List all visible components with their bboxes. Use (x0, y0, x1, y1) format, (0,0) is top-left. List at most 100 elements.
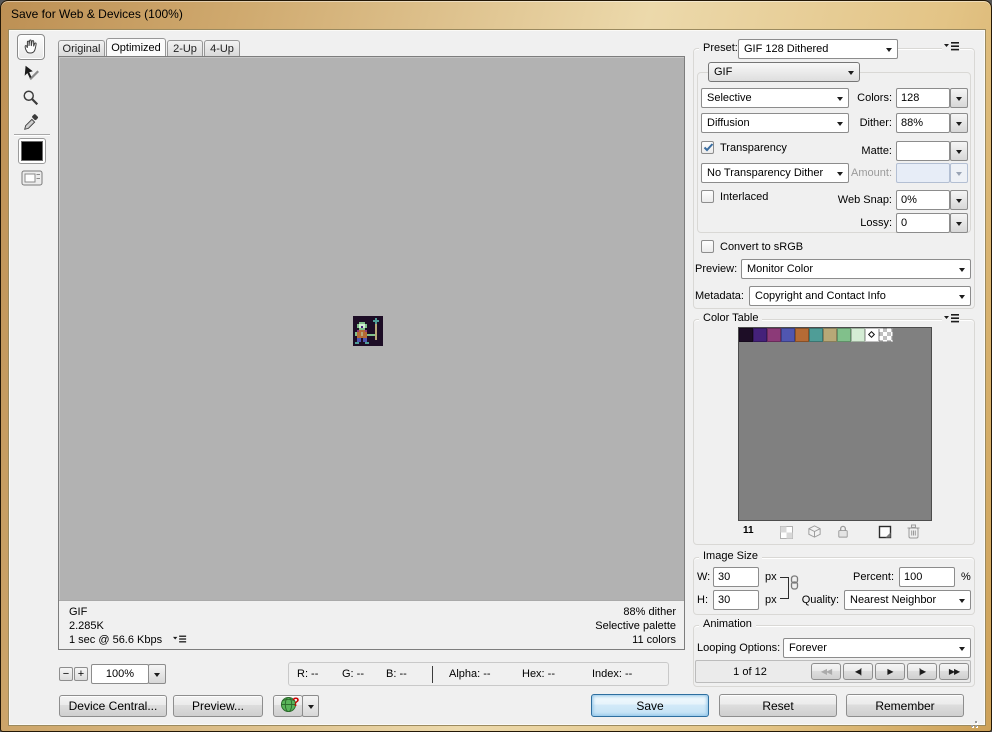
chevron-down-icon (959, 295, 965, 299)
preview-mode-select[interactable]: Monitor Color (741, 259, 971, 279)
preset-value: GIF 128 Dithered (744, 43, 829, 55)
quality-select[interactable]: Nearest Neighbor (844, 590, 971, 610)
diamond-marker-icon (867, 330, 876, 339)
image-canvas[interactable] (59, 57, 684, 600)
tab-optimized[interactable]: Optimized (106, 38, 166, 56)
save-button[interactable]: Save (591, 694, 709, 717)
first-frame-button[interactable]: ◀◀ (811, 663, 841, 680)
looping-options-select[interactable]: Forever (783, 638, 971, 658)
convert-srgb-checkbox[interactable] (701, 240, 714, 253)
colors-label: Colors: (857, 92, 892, 104)
zoom-out-button[interactable]: − (59, 667, 73, 681)
resize-grip-dot (971, 725, 973, 727)
interlaced-checkbox[interactable] (701, 190, 714, 203)
remember-button[interactable]: Remember (846, 694, 964, 717)
colors-readout: 11 colors (632, 634, 676, 646)
web-snap-field[interactable]: 0% (896, 190, 950, 210)
readout-divider (432, 666, 433, 683)
lossy-label: Lossy: (860, 217, 892, 229)
lossy-field[interactable]: 0 (896, 213, 950, 233)
tab-original[interactable]: Original (58, 40, 105, 56)
zoom-level-dropdown-button[interactable] (148, 664, 166, 684)
slice-select-tool-button[interactable] (17, 61, 45, 87)
device-central-button[interactable]: Device Central... (59, 695, 167, 717)
zoom-level-field[interactable]: 100% (91, 664, 149, 684)
color-table-menu-icon[interactable] (942, 313, 960, 325)
eyedropper-icon (22, 113, 40, 135)
color-swatch[interactable] (837, 328, 851, 342)
format-value: GIF (714, 66, 733, 78)
width-field[interactable]: 30 (713, 567, 759, 587)
dither-field[interactable]: 88% (896, 113, 950, 133)
color-swatch[interactable] (809, 328, 823, 342)
amount-label: Amount: (851, 167, 892, 179)
status-menu-icon[interactable] (173, 634, 187, 648)
colors-dropdown-button[interactable] (950, 88, 968, 108)
color-swatch[interactable] (823, 328, 837, 342)
browser-globe-icon: ? (280, 695, 300, 716)
index-readout: Index: -- (592, 668, 633, 680)
browser-preview-icon-button[interactable]: ? (273, 695, 303, 717)
interlaced-label: Interlaced (720, 191, 769, 203)
chevron-down-icon (848, 71, 854, 75)
looping-options-label: Looping Options: (697, 642, 781, 654)
hand-tool-button[interactable] (17, 34, 45, 60)
resize-grip[interactable] (975, 721, 977, 723)
last-frame-button[interactable]: ▶▶ (939, 663, 969, 680)
color-swatch[interactable] (739, 328, 753, 342)
web-snap-dropdown-button[interactable] (950, 190, 968, 210)
browser-preview-dropdown-button[interactable] (302, 695, 319, 717)
new-color-icon[interactable] (876, 523, 894, 541)
save-label: Save (636, 698, 664, 713)
format-select[interactable]: GIF (708, 62, 860, 82)
transparency-checkbox[interactable] (701, 141, 714, 154)
tab-2up-label: 2-Up (173, 42, 197, 55)
tab-4up[interactable]: 4-Up (204, 40, 240, 56)
color-reduction-value: Selective (707, 92, 752, 104)
metadata-select[interactable]: Copyright and Contact Info (749, 286, 971, 306)
percent-field[interactable]: 100 (899, 567, 955, 587)
colors-field[interactable]: 128 (896, 88, 950, 108)
plus-glyph: + (77, 667, 85, 680)
green-readout: G: -- (342, 668, 364, 680)
color-swatch[interactable] (795, 328, 809, 342)
matte-dropdown-button[interactable] (950, 141, 968, 161)
foreground-color-swatch[interactable] (18, 138, 46, 164)
preview-frame: GIF 2.285K 1 sec @ 56.6 Kbps 88% dither … (58, 56, 685, 650)
toggle-slices-button[interactable] (18, 168, 46, 190)
matte-field[interactable] (896, 141, 950, 161)
color-swatch[interactable] (865, 328, 879, 342)
preset-select[interactable]: GIF 128 Dithered (738, 39, 898, 59)
transparency-map-icon[interactable] (777, 523, 795, 541)
color-swatch[interactable] (851, 328, 865, 342)
color-swatch[interactable] (767, 328, 781, 342)
zoom-tool-button[interactable] (17, 86, 45, 112)
lock-color-icon[interactable] (834, 522, 852, 540)
height-label: H: (697, 594, 708, 606)
remember-label: Remember (875, 698, 935, 713)
device-central-label: Device Central... (68, 699, 158, 713)
play-button[interactable]: ▶ (875, 663, 905, 680)
next-frame-button[interactable]: |▶ (907, 663, 937, 680)
optimize-menu-icon[interactable] (942, 41, 960, 53)
color-readout-panel: R: -- G: -- B: -- Alpha: -- Hex: -- Inde… (288, 662, 669, 686)
reset-button[interactable]: Reset (719, 694, 837, 717)
previous-frame-button[interactable]: ◀| (843, 663, 873, 680)
color-swatch[interactable] (753, 328, 767, 342)
tab-2up[interactable]: 2-Up (167, 40, 203, 56)
chevron-down-icon (886, 48, 892, 52)
optimized-image[interactable] (353, 316, 383, 346)
transparency-label: Transparency (720, 142, 787, 154)
dither-dropdown-button[interactable] (950, 113, 968, 133)
delete-color-icon[interactable] (904, 522, 922, 540)
width-value: 30 (718, 571, 731, 583)
transparency-swatch[interactable] (879, 328, 893, 342)
lossy-dropdown-button[interactable] (950, 213, 968, 233)
color-count: 11 (743, 525, 754, 536)
resize-grip-dot (975, 725, 977, 727)
width-label: W: (697, 571, 711, 583)
color-swatch[interactable] (781, 328, 795, 342)
web-shift-cube-icon[interactable] (805, 522, 823, 540)
zoom-in-button[interactable]: + (74, 667, 88, 681)
preview-in-browser-button[interactable]: Preview... (173, 695, 263, 717)
